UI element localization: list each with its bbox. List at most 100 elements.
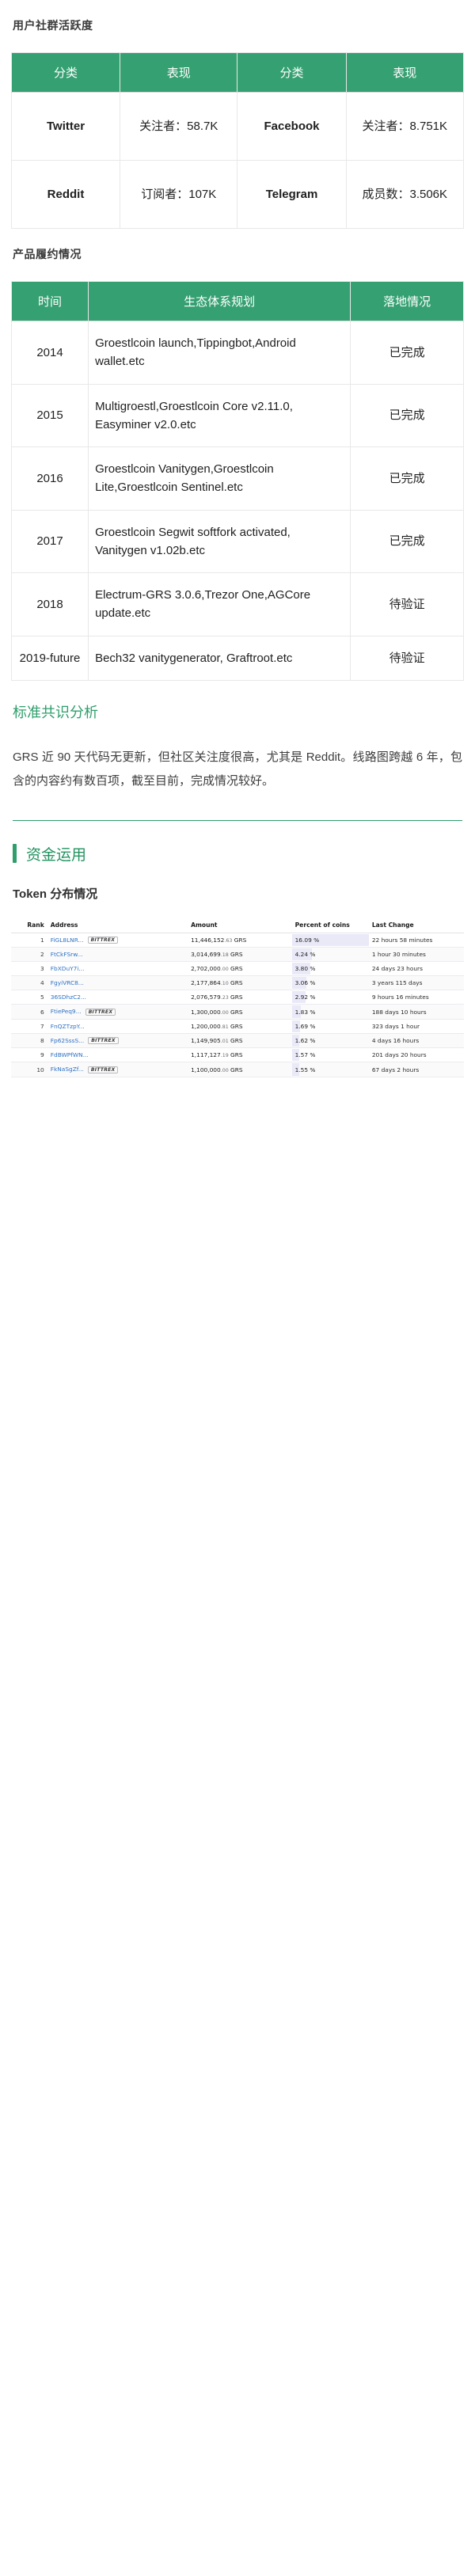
cell-address[interactable]: 36SDhzC2...: [47, 990, 188, 1005]
cell-platform-facebook: Facebook: [237, 92, 347, 161]
cell-last-change: 3 years 115 days: [368, 975, 464, 991]
cell-last-change: 22 hours 58 minutes: [368, 933, 464, 948]
percent-value: 3.80 %: [294, 965, 316, 973]
exchange-tag: BITTREX: [87, 1066, 119, 1073]
cell-percent: 1.55 %: [291, 1062, 369, 1077]
cell-year: 2014: [10, 321, 89, 385]
section-heading-consensus: 标准共识分析: [13, 704, 98, 720]
table-row[interactable]: 8 Fp62SssS... BITTREX 1,149,905.01 GRS 1.62 …: [11, 1033, 464, 1049]
table-row: 2015 Multigroestl,Groestlcoin Core v2.11…: [10, 383, 464, 447]
table-row[interactable]: 6 FtiePeq9... BITTREX 1,300,000.00 GRS 1.83 …: [11, 1004, 464, 1020]
roadmap-table: 时间 生态体系规划 落地情况 2014 Groestlcoin launch,T…: [10, 281, 464, 681]
cell-rank: 1: [11, 933, 48, 948]
cell-address[interactable]: FnQZTzpY...: [47, 1019, 188, 1034]
section-heading-roadmap: 产品履约情况: [13, 248, 82, 260]
amount-decimals: .00: [220, 1067, 229, 1073]
amount-decimals: .10: [220, 981, 229, 987]
cell-rank: 3: [11, 961, 48, 977]
accent-bar-icon: [13, 844, 17, 864]
col-header-category-2: 分类: [237, 52, 347, 93]
cell-amount: 11,446,152.63 GRS: [188, 933, 292, 948]
cell-last-change: 1 hour 30 minutes: [368, 947, 464, 963]
table-row[interactable]: 5 36SDhzC2... 2,076,579.23 GRS 2.92 % 9 hour…: [11, 990, 464, 1005]
address-link[interactable]: FgyiVRC8...: [51, 979, 84, 986]
table-row[interactable]: 10 FkNaSgZf... BITTREX 1,100,000.00 GRS 1.55…: [11, 1062, 464, 1077]
percent-value: 1.62 %: [294, 1037, 316, 1044]
cell-rank: 2: [11, 947, 48, 963]
cell-address[interactable]: FiGL8LNR... BITTREX: [47, 933, 188, 948]
col-header-status: 落地情况: [350, 281, 464, 321]
col-header-performance-2: 表现: [345, 52, 465, 93]
table-row[interactable]: 7 FnQZTzpY... 1,200,000.81 GRS 1.69 % 323 da…: [11, 1019, 464, 1034]
cell-metric-facebook: 关注者：8.751K: [345, 92, 465, 161]
cell-last-change: 9 hours 16 minutes: [368, 990, 464, 1005]
address-link[interactable]: FtiePeq9...: [51, 1008, 82, 1015]
roadmap-table-wrap: 时间 生态体系规划 落地情况 2014 Groestlcoin launch,T…: [10, 281, 464, 681]
table-row: Twitter 关注者：58.7K Facebook 关注者：8.751K: [10, 92, 465, 161]
amount-decimals: .01: [220, 1039, 229, 1044]
address-link[interactable]: FiGL8LNR...: [51, 937, 84, 944]
cell-platform-telegram: Telegram: [237, 160, 347, 229]
col-header-rank[interactable]: Rank: [11, 918, 48, 933]
exchange-tag: BITTREX: [85, 1008, 116, 1016]
section-heading-social: 用户社群活跃度: [13, 19, 93, 32]
cell-address[interactable]: FtCkFSrw...: [47, 947, 188, 963]
cell-address[interactable]: FgyiVRC8...: [47, 975, 188, 991]
col-header-last-change[interactable]: Last Change: [368, 918, 464, 933]
table-row[interactable]: 9 FdBWPfWN... 1,117,127.19 GRS 1.57 % 201 da…: [11, 1047, 464, 1063]
table-row[interactable]: 2 FtCkFSrw... 3,014,699.18 GRS 4.24 % 1 hour…: [11, 947, 464, 963]
cell-amount: 1,300,000.00 GRS: [188, 1004, 292, 1020]
table-row[interactable]: 1 FiGL8LNR... BITTREX 11,446,152.63 GRS 16.0…: [11, 933, 464, 948]
col-header-amount[interactable]: Amount: [188, 918, 292, 933]
table-row[interactable]: 4 FgyiVRC8... 2,177,864.10 GRS 3.06 % 3 year…: [11, 975, 464, 991]
table-row: 2014 Groestlcoin launch,Tippingbot,Andro…: [10, 321, 464, 385]
roadmap-table-body: 2014 Groestlcoin launch,Tippingbot,Andro…: [10, 321, 464, 681]
cell-percent: 4.24 %: [291, 947, 369, 963]
address-link[interactable]: FnQZTzpY...: [51, 1023, 85, 1030]
col-header-category-1: 分类: [10, 52, 121, 93]
address-link[interactable]: FtCkFSrw...: [51, 951, 83, 958]
percent-value: 1.83 %: [294, 1008, 316, 1016]
cell-address[interactable]: FtiePeq9... BITTREX: [47, 1004, 188, 1020]
table-row: 2018 Electrum-GRS 3.0.6,Trezor One,AGCor…: [10, 572, 464, 636]
cell-address[interactable]: Fp62SssS... BITTREX: [47, 1033, 188, 1049]
amount-decimals: .00: [220, 1009, 229, 1016]
percent-value: 1.69 %: [294, 1022, 316, 1030]
cell-amount: 1,149,905.01 GRS: [188, 1033, 292, 1049]
amount-decimals: .23: [220, 995, 229, 1001]
token-rich-list-body: 1 FiGL8LNR... BITTREX 11,446,152.63 GRS 16.0…: [11, 933, 464, 1077]
table-row: 2019-future Bech32 vanitygenerator, Graf…: [10, 635, 464, 681]
table-header-row: Rank Address Amount Percent of coins Las…: [11, 918, 464, 933]
cell-rank: 8: [11, 1033, 48, 1049]
cell-percent: 1.57 %: [291, 1047, 369, 1063]
cell-percent: 1.62 %: [291, 1033, 369, 1049]
address-link[interactable]: FbXDuY7i...: [51, 965, 85, 972]
address-link[interactable]: FkNaSgZf...: [51, 1066, 84, 1073]
exchange-tag: BITTREX: [87, 937, 119, 944]
col-header-percent[interactable]: Percent of coins: [291, 918, 369, 933]
cell-status: 待验证: [350, 572, 464, 636]
address-link[interactable]: FdBWPfWN...: [51, 1051, 89, 1058]
cell-metric-telegram: 成员数：3.506K: [345, 160, 465, 229]
col-header-address[interactable]: Address: [47, 918, 188, 933]
cell-address[interactable]: FdBWPfWN...: [47, 1047, 188, 1063]
cell-metric-reddit: 订阅者：107K: [120, 160, 238, 229]
table-row: Reddit 订阅者：107K Telegram 成员数：3.506K: [10, 160, 465, 229]
table-header-row: 时间 生态体系规划 落地情况: [10, 281, 464, 321]
percent-value: 4.24 %: [294, 951, 316, 959]
col-header-time: 时间: [10, 281, 89, 321]
percent-value: 1.55 %: [294, 1066, 316, 1073]
cell-year: 2017: [10, 509, 89, 573]
amount-decimals: .18: [220, 952, 229, 959]
address-link[interactable]: 36SDhzC2...: [51, 994, 86, 1001]
cell-address[interactable]: FbXDuY7i...: [47, 961, 188, 977]
cell-percent: 3.80 %: [291, 961, 369, 977]
address-link[interactable]: Fp62SssS...: [51, 1037, 84, 1044]
cell-year: 2015: [10, 383, 89, 447]
cell-last-change: 24 days 23 hours: [368, 961, 464, 977]
cell-percent: 1.83 %: [291, 1004, 369, 1020]
cell-year: 2018: [10, 572, 89, 636]
table-row[interactable]: 3 FbXDuY7i... 2,702,000.00 GRS 3.80 % 24 day…: [11, 961, 464, 977]
cell-amount: 1,100,000.00 GRS: [188, 1062, 292, 1077]
cell-address[interactable]: FkNaSgZf... BITTREX: [47, 1062, 188, 1077]
